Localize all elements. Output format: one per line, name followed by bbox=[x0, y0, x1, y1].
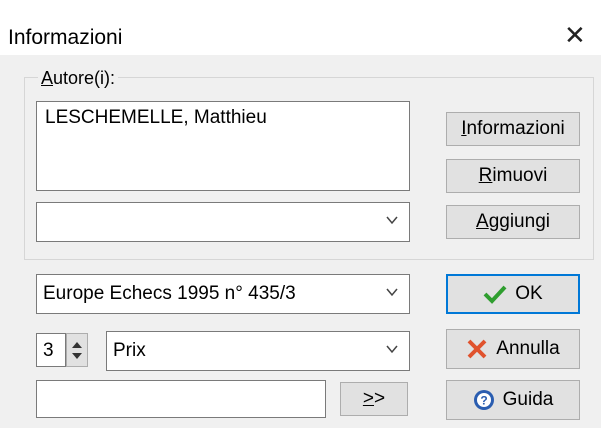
ok-label: OK bbox=[515, 283, 543, 304]
prize-number-field[interactable]: 3 bbox=[36, 333, 66, 367]
remove-author-button[interactable]: Rimuovi bbox=[446, 159, 580, 193]
ok-button[interactable]: OK bbox=[446, 274, 580, 314]
help-label: Guida bbox=[502, 389, 554, 410]
cancel-label: Annulla bbox=[496, 338, 560, 359]
author-combo[interactable] bbox=[36, 202, 410, 242]
help-button[interactable]: ? Guida bbox=[446, 380, 580, 420]
chevron-down-icon bbox=[386, 288, 398, 297]
spin-up-icon[interactable] bbox=[72, 342, 82, 348]
chevron-down-icon bbox=[386, 345, 398, 354]
author-info-button[interactable]: Informazioni bbox=[446, 112, 580, 146]
cancel-button[interactable]: Annulla bbox=[446, 329, 580, 369]
help-icon: ? bbox=[473, 389, 495, 411]
chevron-down-icon bbox=[386, 216, 398, 225]
prize-number-spinner[interactable] bbox=[66, 333, 88, 367]
close-icon[interactable]: ✕ bbox=[564, 22, 586, 48]
prize-type-combo[interactable]: Prix bbox=[106, 331, 410, 371]
extra-input[interactable] bbox=[36, 380, 326, 418]
checkmark-icon bbox=[483, 284, 507, 304]
source-combo[interactable]: Europe Echecs 1995 n° 435/3 bbox=[36, 274, 410, 314]
x-icon bbox=[466, 338, 488, 360]
list-item[interactable]: LESCHEMELLE, Matthieu bbox=[45, 107, 267, 129]
prize-type-value: Prix bbox=[113, 340, 146, 361]
add-author-button[interactable]: Aggiungi bbox=[446, 205, 580, 239]
authors-group-label: Autore(i): bbox=[38, 68, 119, 89]
spin-down-icon[interactable] bbox=[72, 353, 82, 359]
authors-list[interactable]: LESCHEMELLE, Matthieu bbox=[36, 101, 410, 191]
source-combo-value: Europe Echecs 1995 n° 435/3 bbox=[43, 283, 296, 304]
append-button[interactable]: > > bbox=[340, 382, 408, 416]
window-title: Informazioni bbox=[8, 26, 123, 49]
svg-text:?: ? bbox=[480, 394, 487, 408]
